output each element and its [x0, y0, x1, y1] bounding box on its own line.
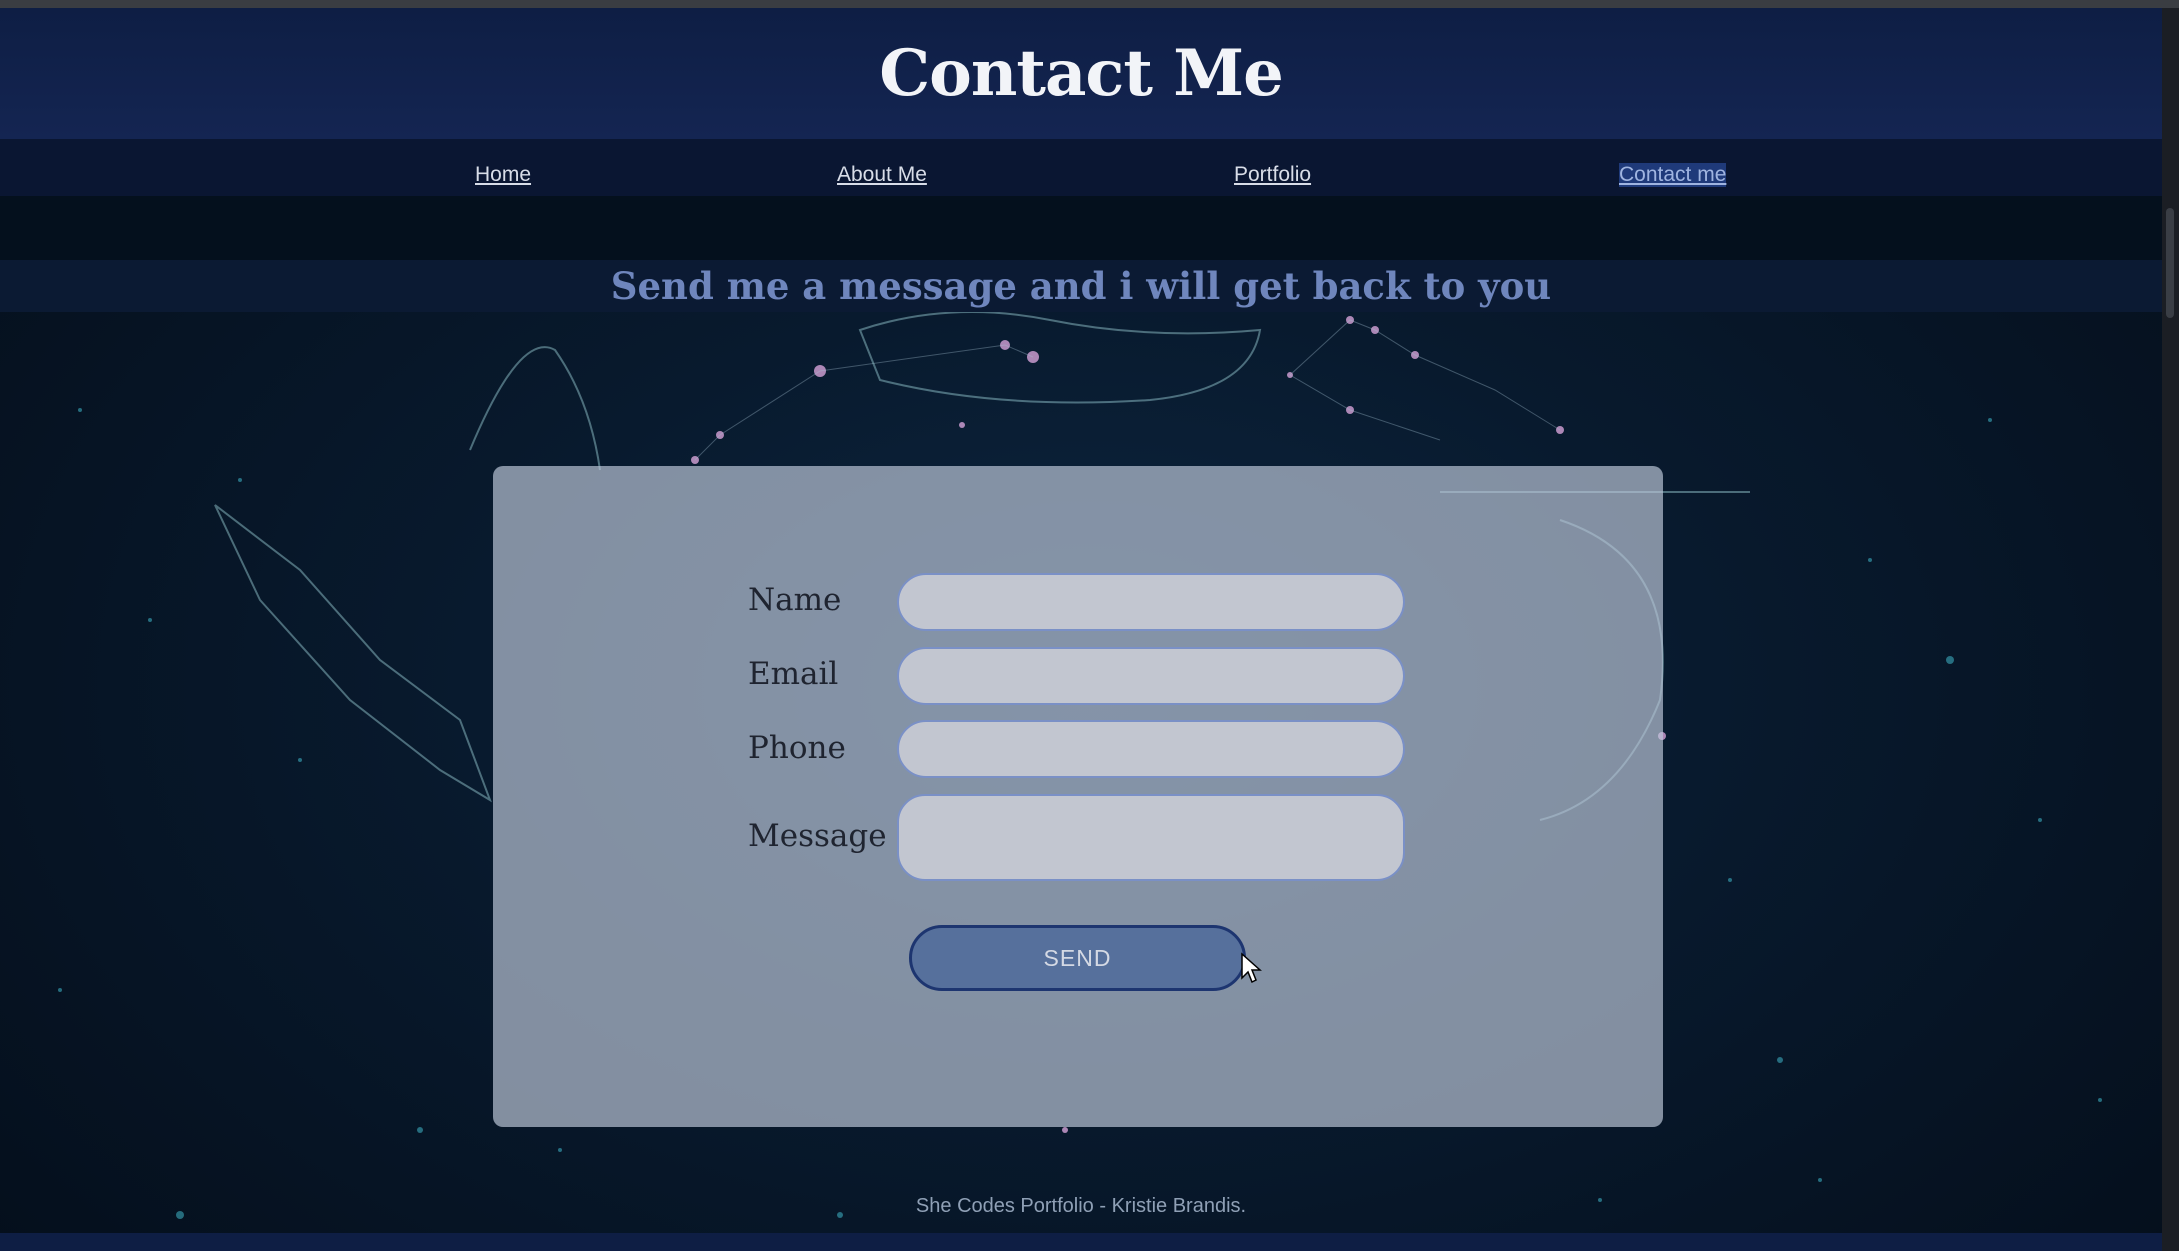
- send-button[interactable]: SEND: [909, 925, 1246, 991]
- scrollbar[interactable]: [2162, 8, 2179, 1251]
- bottom-band: [0, 1233, 2162, 1251]
- phone-label: Phone: [748, 730, 846, 766]
- footer-text: She Codes Portfolio - Kristie Brandis.: [915, 1195, 1247, 1217]
- message-label: Message: [748, 818, 887, 854]
- subheading: Send me a message and i will get back to…: [610, 264, 1552, 308]
- nav-link-contact-me[interactable]: Contact me: [1619, 163, 1727, 187]
- message-textarea[interactable]: [897, 794, 1405, 881]
- scrollbar-thumb[interactable]: [2166, 208, 2174, 318]
- name-field[interactable]: [897, 573, 1405, 631]
- nav-link-portfolio[interactable]: Portfolio: [1234, 163, 1311, 187]
- spacer-band: [0, 196, 2162, 260]
- mouse-pointer-icon: [1241, 952, 1262, 984]
- page-title: Contact Me: [879, 36, 1284, 111]
- nav-link-about-me[interactable]: About Me: [837, 163, 927, 187]
- main-nav: Home About Me Portfolio Contact me: [0, 139, 2162, 196]
- subheading-bar: Send me a message and i will get back to…: [0, 260, 2162, 312]
- name-label: Name: [748, 582, 842, 618]
- contact-page: Contact Me Home About Me Portfolio Conta…: [0, 0, 2179, 1251]
- site-header: Contact Me: [0, 8, 2162, 139]
- email-label: Email: [748, 656, 839, 692]
- phone-field[interactable]: [897, 720, 1405, 778]
- nav-link-home[interactable]: Home: [475, 163, 531, 187]
- window-top-edge: [0, 0, 2179, 8]
- email-field[interactable]: [897, 647, 1405, 705]
